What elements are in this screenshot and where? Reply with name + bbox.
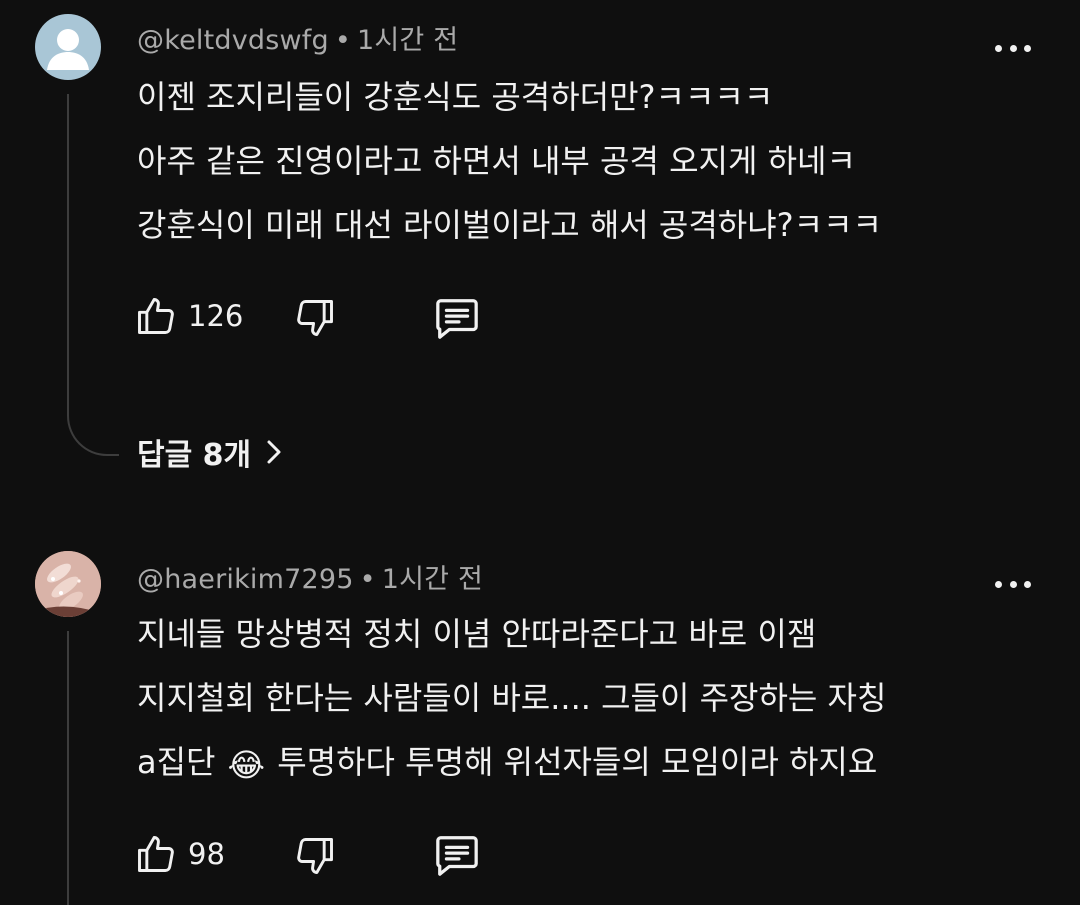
comment-icon (436, 836, 478, 876)
like-count: 98 (188, 837, 225, 871)
comment-text-line: 지네들 망상병적 정치 이념 안따라준다고 바로 이잼 (137, 615, 817, 653)
avatar[interactable] (35, 551, 101, 617)
dislike-button[interactable] (293, 834, 337, 878)
reply-button[interactable] (432, 832, 482, 878)
thumb-up-icon (138, 836, 174, 872)
thumb-down-icon (297, 838, 333, 874)
like-button[interactable]: 98 (134, 832, 225, 876)
laughing-tears-emoji-icon: 😂 (227, 746, 266, 784)
comment-text-line: a집단 😂 투명하다 투명해 위선자들의 모임이라 하지요 (137, 740, 877, 784)
comment-2: @haerikim7295 • 1시간 전 지네들 망상병적 정치 이념 안따라준다… (0, 0, 1080, 905)
thread-line (67, 631, 69, 905)
comment-text-line: 지지철회 한다는 사람들이 바로.... 그들이 주장하는 자칭 (137, 679, 887, 717)
meta-separator: • (359, 564, 376, 595)
comment-meta: @haerikim7295 • 1시간 전 (137, 557, 483, 596)
avatar-photo-icon (35, 551, 101, 617)
comment-time: 1시간 전 (381, 564, 484, 595)
comment-text-segment: a집단 (137, 743, 216, 781)
more-vertical-dots-icon (995, 580, 1031, 588)
comment-handle[interactable]: @haerikim7295 (137, 564, 354, 595)
comment-text-segment: 투명하다 투명해 위선자들의 모임이라 하지요 (277, 743, 878, 781)
more-options-button[interactable] (995, 572, 1031, 596)
